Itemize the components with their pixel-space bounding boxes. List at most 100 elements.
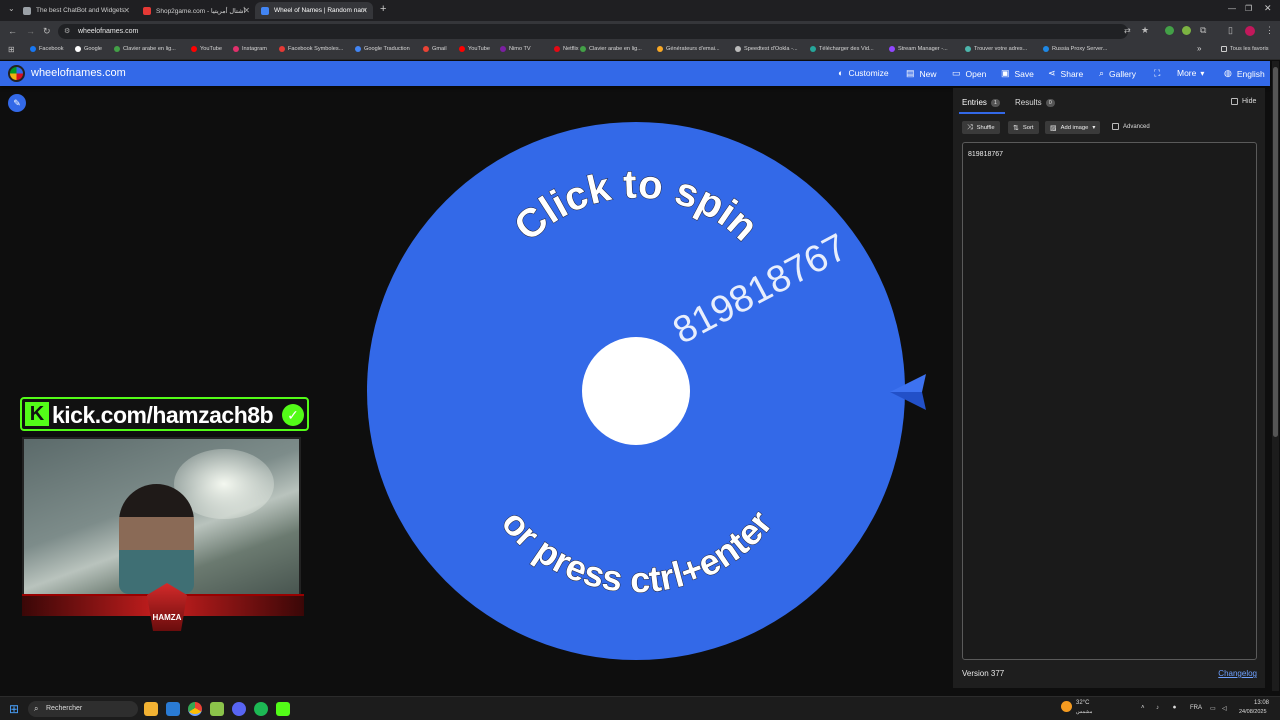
- clock-date[interactable]: 24/08/2025: [1239, 709, 1267, 715]
- menu-icon[interactable]: ⋮: [1265, 25, 1274, 36]
- tray-chevron-icon[interactable]: ˄: [1141, 705, 1145, 711]
- bookmarks-more-icon[interactable]: »: [1197, 44, 1201, 53]
- app-icon[interactable]: [166, 702, 180, 716]
- kick-handle: kick.com/hamzach8b: [52, 402, 274, 428]
- browser-tab[interactable]: Wheel of Names | Random nam ✕: [255, 2, 373, 19]
- bookmark-star-icon[interactable]: ★: [1141, 25, 1149, 36]
- bookmark-item[interactable]: Facebook: [30, 46, 64, 52]
- tab-results[interactable]: Results 0: [1015, 98, 1055, 107]
- bookmark-favicon-icon: [965, 46, 971, 52]
- bookmark-label: Facebook: [39, 46, 64, 52]
- tab-close-icon[interactable]: ✕: [361, 6, 368, 15]
- nav-open-button[interactable]: ▭ Open: [952, 68, 986, 79]
- app-icon[interactable]: [210, 702, 224, 716]
- extensions-puzzle-icon[interactable]: ⧉: [1200, 25, 1206, 36]
- translate-icon[interactable]: ⇄: [1124, 26, 1131, 35]
- browser-tab[interactable]: Shop2game.com - أشتال أمريتيا ✕: [137, 2, 255, 19]
- network-icon[interactable]: ▭: [1210, 705, 1216, 712]
- apps-icon[interactable]: ⊞: [8, 45, 15, 54]
- site-info-icon[interactable]: ⚙: [64, 24, 70, 39]
- bookmark-item[interactable]: Clavier arabe en lig...: [114, 46, 176, 52]
- url-text: wheelofnames.com: [78, 28, 139, 35]
- file-explorer-icon[interactable]: [144, 702, 158, 716]
- clock-time[interactable]: 13:08: [1254, 700, 1269, 706]
- url-field[interactable]: ⚙ wheelofnames.com: [58, 24, 1128, 39]
- hide-checkbox[interactable]: Hide: [1231, 98, 1256, 105]
- tab-close-icon[interactable]: ✕: [243, 6, 250, 15]
- hide-checkbox-box[interactable]: [1231, 98, 1238, 105]
- chrome-icon[interactable]: [188, 702, 202, 716]
- windows-start-icon[interactable]: ⊞: [9, 702, 19, 716]
- active-tab-indicator: [959, 112, 1005, 114]
- bookmark-item[interactable]: Russia Proxy Server...: [1043, 46, 1107, 52]
- bookmark-item[interactable]: Facebook Symboles...: [279, 46, 343, 52]
- add-image-button[interactable]: ▨ Add image ▾: [1045, 121, 1101, 134]
- bookmark-label: Google: [84, 46, 103, 52]
- bookmark-item[interactable]: Netflix: [554, 46, 579, 52]
- bookmark-item[interactable]: Nimo TV: [500, 46, 531, 52]
- shuffle-button[interactable]: ⤨ Shuffle: [962, 121, 1000, 134]
- profile-avatar[interactable]: [1245, 26, 1255, 36]
- taskbar-search[interactable]: ⌕ Rechercher: [28, 701, 138, 717]
- advanced-checkbox-box[interactable]: [1112, 123, 1119, 130]
- site-name[interactable]: wheelofnames.com: [31, 67, 126, 79]
- spotify-icon[interactable]: [254, 702, 268, 716]
- nav-label: Save: [1014, 68, 1034, 79]
- bookmark-item[interactable]: Stream Manager -...: [889, 46, 948, 52]
- weather-desc: مشمس: [1076, 709, 1093, 715]
- nav-customize-button[interactable]: ◐ Customize: [838, 68, 889, 78]
- nav-save-button[interactable]: ▣ Save: [1001, 68, 1034, 79]
- tab-entries[interactable]: Entries 1: [962, 98, 1000, 107]
- sort-button[interactable]: ⇅ Sort: [1008, 121, 1039, 134]
- bookmark-item[interactable]: Générateurs d'emai...: [657, 46, 720, 52]
- bookmark-item[interactable]: YouTube: [191, 46, 222, 52]
- volume-icon[interactable]: ♪: [1156, 705, 1159, 711]
- advanced-checkbox[interactable]: Advanced: [1112, 123, 1150, 130]
- sidebar-icon[interactable]: ▯: [1228, 25, 1233, 36]
- bookmark-item[interactable]: Google: [75, 46, 102, 52]
- extension-icon[interactable]: [1182, 26, 1191, 35]
- nav-new-button[interactable]: ▤ New: [906, 68, 937, 79]
- entries-textarea[interactable]: 819818767: [962, 142, 1257, 660]
- mic-icon[interactable]: ⏺: [1173, 705, 1176, 712]
- wheel-center-hub[interactable]: [582, 337, 690, 445]
- nav-share-button[interactable]: ⋖ Share: [1048, 68, 1083, 79]
- close-window-icon[interactable]: ✕: [1264, 3, 1272, 14]
- bookmark-item[interactable]: Clavier arabe en lig...: [580, 46, 642, 52]
- language-indicator[interactable]: FRA: [1190, 705, 1202, 711]
- forward-icon[interactable]: →: [26, 26, 35, 36]
- nav-fullscreen-button[interactable]: ⛶: [1154, 68, 1165, 79]
- extension-icon[interactable]: [1165, 26, 1174, 35]
- bookmark-item[interactable]: Google Traduction: [355, 46, 410, 52]
- minimize-icon[interactable]: —: [1228, 4, 1236, 13]
- share-icon: ⋖: [1048, 68, 1056, 78]
- maximize-icon[interactable]: ❐: [1245, 4, 1252, 13]
- bookmark-item[interactable]: Instagram: [233, 46, 267, 52]
- discord-icon[interactable]: [232, 702, 246, 716]
- bookmark-item[interactable]: Télécharger des Vid...: [810, 46, 874, 52]
- page-scrollbar[interactable]: [1272, 61, 1279, 691]
- bookmark-item[interactable]: Speedtest d'Ookla -...: [735, 46, 798, 52]
- reload-icon[interactable]: ↻: [43, 26, 51, 37]
- all-bookmarks-folder[interactable]: Tous les favoris: [1221, 46, 1269, 52]
- nav-gallery-button[interactable]: ⌕ Gallery: [1099, 68, 1136, 79]
- tab-search-icon[interactable]: ⌄: [8, 4, 15, 13]
- bookmark-item[interactable]: YouTube: [459, 46, 490, 52]
- new-tab-button[interactable]: +: [380, 3, 386, 15]
- changelog-link[interactable]: Changelog: [1218, 669, 1257, 678]
- scrollbar-thumb[interactable]: [1273, 67, 1278, 437]
- wheel-logo-icon[interactable]: [8, 65, 25, 82]
- speaker-icon[interactable]: ◁: [1222, 705, 1227, 712]
- weather-temp[interactable]: 32°C: [1076, 700, 1089, 706]
- bookmark-item[interactable]: Gmail: [423, 46, 447, 52]
- back-icon[interactable]: ←: [8, 26, 17, 36]
- tab-close-icon[interactable]: ✕: [123, 6, 130, 15]
- nav-english-button[interactable]: ◍ English: [1224, 68, 1265, 79]
- browser-tab[interactable]: The best ChatBot and Widgets ✕: [17, 2, 135, 19]
- weather-sun-icon[interactable]: [1061, 701, 1072, 712]
- tab-title: The best ChatBot and Widgets: [36, 7, 125, 14]
- kick-app-icon[interactable]: [276, 702, 290, 716]
- browser-tab-bar: ⌄ The best ChatBot and Widgets ✕ Shop2game…: [0, 0, 1280, 21]
- bookmark-item[interactable]: Trouver votre adres...: [965, 46, 1027, 52]
- nav-more-button[interactable]: More ▾: [1177, 68, 1204, 78]
